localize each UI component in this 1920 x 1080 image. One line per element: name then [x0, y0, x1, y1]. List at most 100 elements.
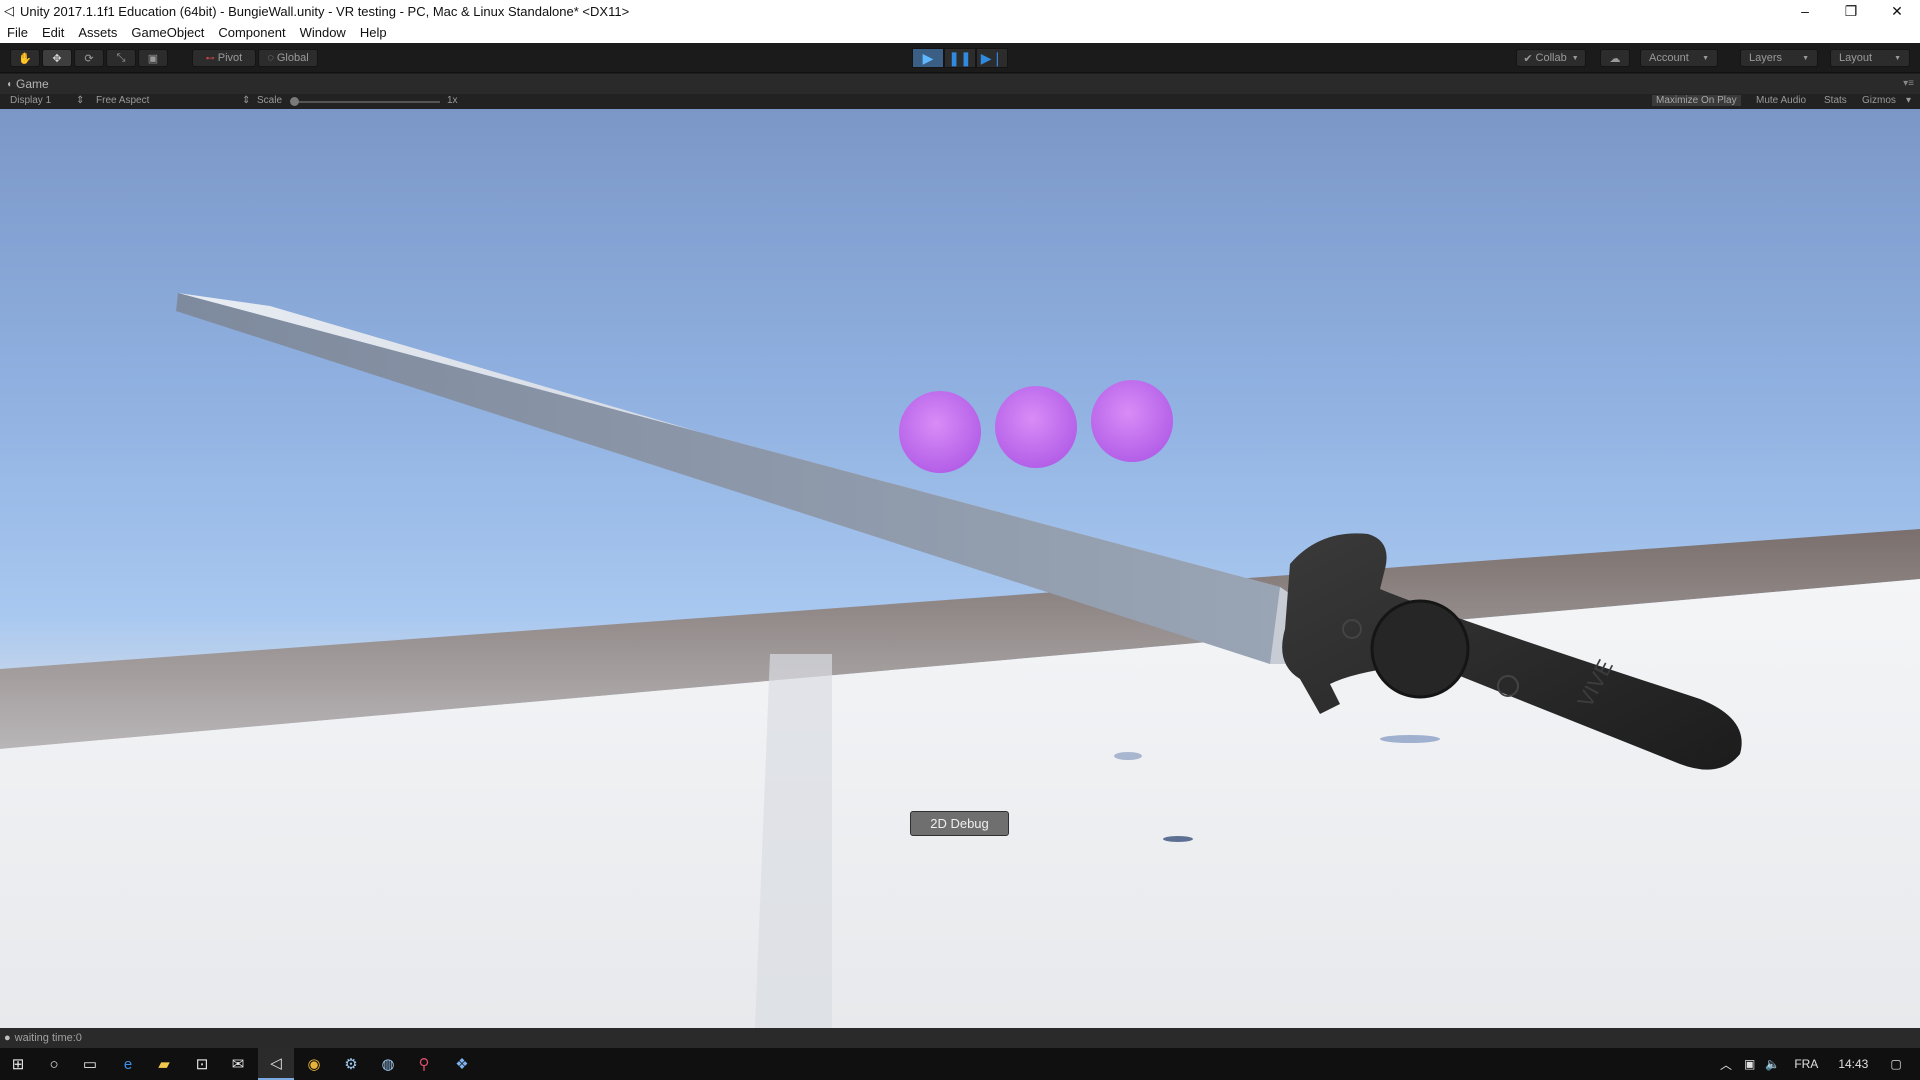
- game-view-bar: Display 1 ⇕ Free Aspect ⇕ Scale 1x Maxim…: [0, 94, 1920, 109]
- steamvr-icon[interactable]: ◍: [370, 1048, 406, 1080]
- sword-blade-side: [176, 293, 1320, 664]
- game-controller-icon: ◖: [6, 78, 13, 90]
- mail-icon[interactable]: ✉: [220, 1048, 256, 1080]
- scale-label: Scale: [257, 95, 283, 106]
- status-message[interactable]: waiting time:0: [15, 1032, 82, 1044]
- main-toolbar: ✋ ✥ ⟳ ⤡ ▣ ⊷ Pivot ◌ Global ▶ ❚❚ ▶❘ ✔ Col…: [0, 43, 1920, 73]
- controller-trackpad: [1370, 599, 1470, 699]
- account-dropdown[interactable]: Account ▼: [1640, 49, 1718, 67]
- chevron-updown-icon: ⇕: [242, 95, 251, 106]
- chrome-icon[interactable]: ◉: [296, 1048, 332, 1080]
- windows-taskbar: ⊞ ○ ▭ e ▰ ⊡ ✉ ◁ ◉ ⚙ ◍ ⚲ ❖ ︿ ▣ 🔈 FRA 14:4…: [0, 1048, 1920, 1080]
- mute-audio-toggle[interactable]: Mute Audio: [1756, 95, 1806, 106]
- chevron-down-icon: ▾: [1906, 95, 1912, 106]
- title-bar: ◁ Unity 2017.1.1f1 Education (64bit) - B…: [0, 0, 1920, 22]
- status-bar: ● waiting time:0: [0, 1028, 1920, 1048]
- info-icon: ●: [4, 1032, 11, 1044]
- volume-icon[interactable]: 🔈: [1765, 1057, 1780, 1071]
- chevron-down-icon: ▼: [1894, 54, 1901, 62]
- menu-window[interactable]: Window: [293, 25, 353, 40]
- notifications-icon[interactable]: ▢: [1890, 1057, 1901, 1071]
- maximize-on-play-toggle[interactable]: Maximize On Play: [1652, 95, 1741, 106]
- scene-render: VIVE: [0, 293, 1920, 1028]
- store-icon[interactable]: ⊡: [184, 1048, 220, 1080]
- network-icon[interactable]: ▣: [1744, 1057, 1755, 1071]
- display-dropdown[interactable]: Display 1: [10, 95, 51, 106]
- pivot-icon: ⊷: [205, 52, 215, 63]
- cloud-button[interactable]: ☁: [1600, 49, 1630, 67]
- tab-game[interactable]: ◖ Game: [6, 77, 49, 91]
- unity-logo-icon: ◁: [4, 3, 14, 18]
- menu-assets[interactable]: Assets: [71, 25, 124, 40]
- tab-game-label: Game: [16, 77, 49, 91]
- language-indicator[interactable]: FRA: [1794, 1057, 1818, 1071]
- start-icon[interactable]: ⊞: [0, 1048, 36, 1080]
- app-icon[interactable]: ❖: [444, 1048, 480, 1080]
- task-view-icon[interactable]: ▭: [72, 1048, 108, 1080]
- 2d-debug-button[interactable]: 2D Debug: [910, 811, 1009, 836]
- menu-help[interactable]: Help: [353, 25, 394, 40]
- unity-icon[interactable]: ◁: [258, 1048, 294, 1080]
- maps-icon[interactable]: ⚲: [406, 1048, 442, 1080]
- pivot-label: Pivot: [217, 52, 243, 64]
- floor-shadow-spot: [1380, 735, 1440, 743]
- edge-icon[interactable]: e: [110, 1048, 146, 1080]
- sphere: [899, 391, 981, 473]
- cortana-icon[interactable]: ○: [36, 1048, 72, 1080]
- rect-tool-icon[interactable]: ▣: [138, 49, 168, 67]
- floor-shadow-spot: [1114, 752, 1142, 760]
- global-toggle[interactable]: ◌ Global: [258, 49, 318, 67]
- scale-slider[interactable]: [292, 101, 440, 103]
- window-title: Unity 2017.1.1f1 Education (64bit) - Bun…: [20, 3, 630, 19]
- game-tab-bar: ◖ Game ▾≡: [0, 74, 1920, 94]
- chevron-down-icon: ▼: [1571, 54, 1579, 62]
- layout-label: Layout: [1839, 52, 1873, 64]
- globe-icon: ◌: [267, 52, 274, 64]
- rotate-tool-icon[interactable]: ⟳: [74, 49, 104, 67]
- chevron-down-icon: ▼: [1802, 54, 1809, 62]
- sphere: [1091, 380, 1173, 462]
- scale-slider-handle[interactable]: [290, 97, 299, 106]
- floor-shadow-spot: [1163, 836, 1193, 842]
- clock[interactable]: 14:43: [1838, 1057, 1868, 1071]
- play-controls: ▶ ❚❚ ▶❘: [912, 48, 1008, 68]
- chevron-up-icon[interactable]: ︿: [1720, 1056, 1732, 1073]
- menu-file[interactable]: File: [0, 25, 35, 40]
- menu-edit[interactable]: Edit: [35, 25, 71, 40]
- stats-toggle[interactable]: Stats: [1824, 95, 1847, 106]
- game-viewport[interactable]: VIVE 2D Debug: [0, 109, 1920, 1028]
- collab-label: Collab: [1535, 52, 1567, 64]
- sphere: [995, 386, 1077, 468]
- menu-bar: File Edit Assets GameObject Component Wi…: [0, 22, 1920, 43]
- global-label: Global: [276, 52, 309, 64]
- steam-icon[interactable]: ⚙: [333, 1048, 369, 1080]
- chevron-down-icon: ▼: [1702, 54, 1709, 62]
- menu-gameobject[interactable]: GameObject: [124, 25, 211, 40]
- play-button[interactable]: ▶: [912, 48, 944, 68]
- aspect-dropdown[interactable]: Free Aspect: [96, 95, 149, 106]
- restore-icon[interactable]: ❐: [1828, 0, 1874, 22]
- menu-component[interactable]: Component: [211, 25, 292, 40]
- scale-value: 1x: [447, 95, 458, 106]
- check-icon: ✔: [1523, 52, 1533, 65]
- file-explorer-icon[interactable]: ▰: [146, 1048, 182, 1080]
- tab-menu-icon[interactable]: ▾≡: [1903, 78, 1914, 89]
- hand-tool-icon[interactable]: ✋: [10, 49, 40, 67]
- collab-dropdown[interactable]: ✔ Collab ▼: [1516, 49, 1586, 67]
- minimize-icon[interactable]: –: [1782, 0, 1828, 22]
- layers-label: Layers: [1749, 52, 1783, 64]
- step-button[interactable]: ▶❘: [976, 48, 1008, 68]
- chevron-updown-icon: ⇕: [76, 95, 85, 106]
- layout-dropdown[interactable]: Layout ▼: [1830, 49, 1910, 67]
- system-tray: ︿ ▣ 🔈 FRA 14:43 ▢: [1720, 1048, 1902, 1080]
- close-icon[interactable]: ✕: [1874, 0, 1920, 22]
- gizmos-dropdown[interactable]: Gizmos: [1862, 95, 1896, 106]
- window-controls: – ❐ ✕: [1782, 0, 1920, 22]
- cloud-icon: ☁: [1609, 52, 1621, 65]
- scale-tool-icon[interactable]: ⤡: [106, 49, 136, 67]
- move-tool-icon[interactable]: ✥: [42, 49, 72, 67]
- layers-dropdown[interactable]: Layers ▼: [1740, 49, 1818, 67]
- account-label: Account: [1649, 52, 1689, 64]
- pause-button[interactable]: ❚❚: [944, 48, 976, 68]
- pivot-toggle[interactable]: ⊷ Pivot: [192, 49, 256, 67]
